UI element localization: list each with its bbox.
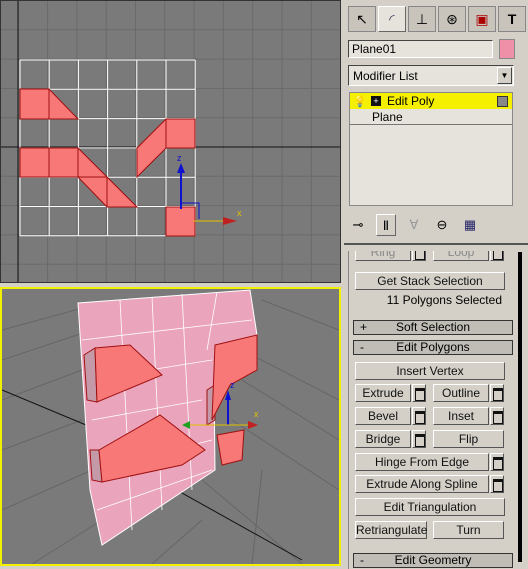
- modifier-stack[interactable]: 💡 + Edit Poly Plane: [349, 92, 513, 206]
- lightbulb-icon[interactable]: 💡: [353, 95, 367, 108]
- gizmo-z-label: z: [177, 153, 182, 163]
- perspective-viewport-canvas[interactable]: z x: [2, 289, 339, 564]
- rollout-sign: -: [360, 553, 364, 567]
- gizmo-z-label: z: [230, 380, 235, 390]
- extrude-along-spline-button[interactable]: Extrude Along Spline: [355, 475, 489, 493]
- modify-arc-icon: ◜: [389, 10, 395, 27]
- divider: [344, 243, 528, 245]
- polygon: [211, 334, 258, 421]
- tab-create[interactable]: ↖: [348, 6, 376, 32]
- stack-toolbar: ⊸ Ⅱ ∀ ⊖ ▦: [348, 214, 518, 236]
- bridge-settings-button[interactable]: [412, 430, 426, 448]
- get-stack-selection-button[interactable]: Get Stack Selection: [355, 272, 505, 290]
- tab-display[interactable]: ▣: [468, 6, 496, 32]
- rollout-title: Soft Selection: [395, 320, 471, 334]
- loop-button[interactable]: Loop: [433, 251, 489, 261]
- extrude-button[interactable]: Extrude: [355, 384, 411, 402]
- loop-spinner[interactable]: [490, 251, 504, 261]
- rollout-scrollbar[interactable]: [518, 252, 522, 562]
- inset-settings-button[interactable]: [490, 407, 504, 425]
- selection-status: 11 Polygons Selected: [386, 293, 502, 307]
- chevron-down-icon[interactable]: ▼: [497, 67, 512, 84]
- display-monitor-icon: ▣: [475, 10, 489, 27]
- edit-polygons-rollout[interactable]: - Edit Polygons: [353, 340, 513, 355]
- rollout-sign: -: [360, 340, 364, 354]
- stack-item-plane[interactable]: Plane: [350, 109, 512, 125]
- tab-motion[interactable]: ⊛: [438, 6, 466, 32]
- gizmo-x-label: x: [254, 409, 259, 419]
- outline-settings-button[interactable]: [490, 384, 504, 402]
- insert-vertex-button[interactable]: Insert Vertex: [355, 362, 505, 380]
- outline-button[interactable]: Outline: [433, 384, 489, 402]
- ring-button[interactable]: Ring: [355, 251, 411, 261]
- rollout-panel: Ring Loop Get Stack Selection 11 Polygon…: [348, 251, 516, 569]
- hammer-icon: T: [507, 11, 517, 27]
- show-end-result-icon[interactable]: Ⅱ: [376, 214, 396, 236]
- extrude-settings-button[interactable]: [412, 384, 426, 402]
- expand-plus-icon[interactable]: +: [371, 96, 381, 106]
- rollout-title: Edit Polygons: [396, 340, 470, 354]
- subobject-box-icon: [497, 95, 508, 107]
- object-name-field[interactable]: Plane01: [348, 40, 493, 58]
- hinge-settings-button[interactable]: [490, 453, 504, 471]
- cursor-star-icon: ↖: [356, 10, 368, 27]
- inset-button[interactable]: Inset: [433, 407, 489, 425]
- motion-wheel-icon: ⊛: [446, 10, 458, 27]
- edit-triangulation-button[interactable]: Edit Triangulation: [355, 498, 505, 516]
- rollout-title: Edit Geometry: [394, 553, 472, 567]
- modifier-list-dropdown[interactable]: Modifier List ▼: [348, 65, 514, 86]
- top-viewport[interactable]: z x: [0, 0, 341, 283]
- edit-geometry-rollout[interactable]: - Edit Geometry: [353, 553, 513, 568]
- tab-utilities[interactable]: T: [498, 6, 526, 32]
- polygon: [216, 429, 245, 466]
- stack-item-label: Plane: [372, 109, 403, 124]
- extrude-along-spline-settings-button[interactable]: [490, 475, 504, 493]
- hierarchy-icon: ⊥: [415, 10, 429, 27]
- stack-item-edit-poly[interactable]: 💡 + Edit Poly: [350, 93, 512, 109]
- modifier-list-label: Modifier List: [353, 69, 418, 83]
- pin-stack-icon[interactable]: ⊸: [348, 214, 368, 236]
- configure-modifier-sets-icon[interactable]: ▦: [460, 214, 480, 236]
- rollout-sign: +: [360, 320, 368, 334]
- remove-modifier-icon[interactable]: ⊖: [432, 214, 452, 236]
- tab-modify[interactable]: ◜: [378, 6, 406, 32]
- flip-button[interactable]: Flip: [433, 430, 504, 448]
- bevel-settings-button[interactable]: [412, 407, 426, 425]
- bevel-button[interactable]: Bevel: [355, 407, 411, 425]
- command-panel-tabs: ↖ ◜ ⊥ ⊛ ▣ T: [348, 6, 526, 32]
- make-unique-icon[interactable]: ∀: [404, 214, 424, 236]
- ring-spinner[interactable]: [412, 251, 426, 261]
- hinge-from-edge-button[interactable]: Hinge From Edge: [355, 453, 489, 471]
- top-viewport-canvas[interactable]: z x: [1, 1, 340, 282]
- perspective-viewport[interactable]: z x: [0, 287, 341, 566]
- command-panel: ↖ ◜ ⊥ ⊛ ▣ T Plane01 Modifier List ▼ 💡 + E…: [344, 0, 528, 569]
- retriangulate-button[interactable]: Retriangulate: [355, 521, 427, 539]
- gizmo-x-label: x: [237, 208, 242, 218]
- turn-button[interactable]: Turn: [433, 521, 504, 539]
- stack-item-label: Edit Poly: [387, 94, 435, 108]
- soft-selection-rollout[interactable]: + Soft Selection: [353, 320, 513, 335]
- tab-hierarchy[interactable]: ⊥: [408, 6, 436, 32]
- bridge-button[interactable]: Bridge: [355, 430, 411, 448]
- object-color-swatch[interactable]: [499, 39, 515, 59]
- polygon: [165, 206, 196, 237]
